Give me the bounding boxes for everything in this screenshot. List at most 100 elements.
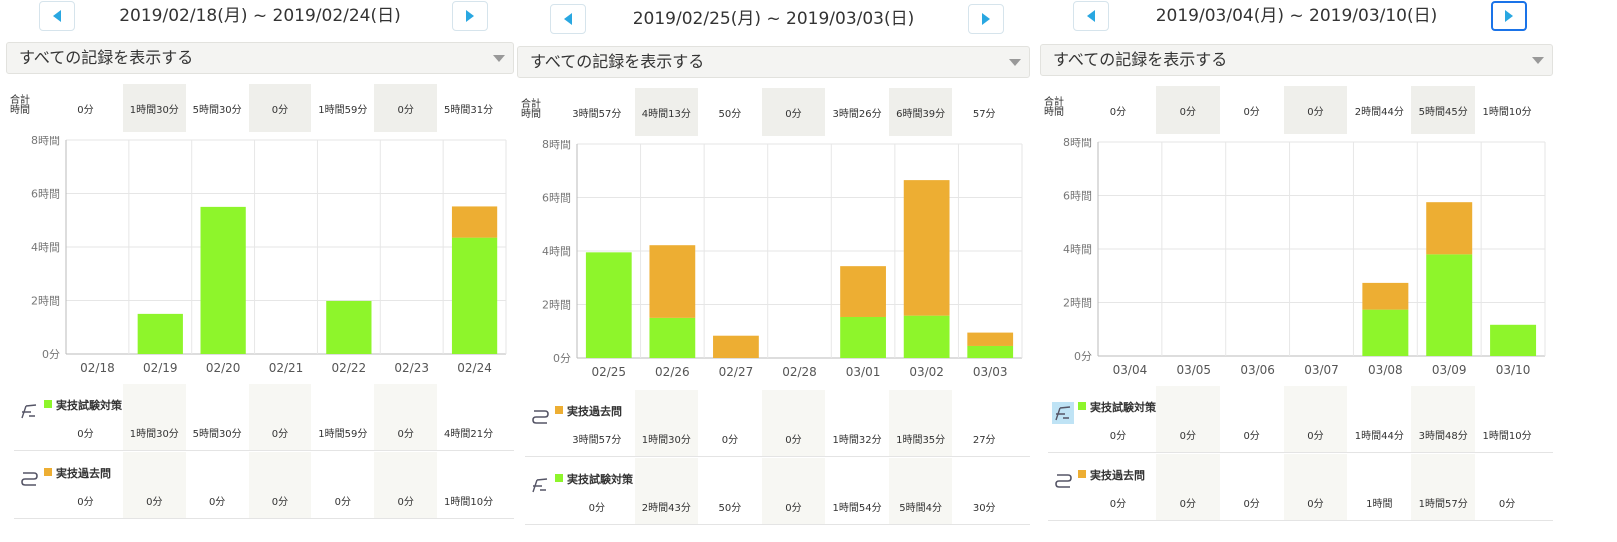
x-tick-label: 02/21 (269, 361, 304, 375)
bar-practical-study (451, 237, 498, 354)
daily-value-text: 0分 (334, 497, 352, 508)
daily-totals-row: 合計 時間 0分 1時間30分 5時間30分 0分 1時間59分 0分 5時間31分 (6, 84, 514, 132)
daily-value: 0分 (374, 384, 438, 450)
bar-practical-study (967, 345, 1014, 358)
chevron-down-icon (493, 55, 505, 62)
daily-total: 0分 (1243, 106, 1260, 118)
daily-value-text: 0分 (588, 503, 605, 514)
bar-practical-study (1490, 324, 1537, 356)
y-tick-label: 6時間 (1063, 190, 1092, 203)
bar-past-exam (713, 335, 759, 358)
chevron-left-icon (564, 13, 572, 25)
daily-totals-row: 合計 時間 3時間57分 4時間13分 50分 0分 3時間26分 6時間39分 57分 (517, 88, 1030, 136)
daily-value-text: 0分 (146, 497, 163, 508)
x-tick-label: 02/23 (394, 361, 429, 375)
bar-past-exam (1362, 282, 1409, 310)
daily-value: 3時間57分 (565, 390, 629, 456)
x-tick-label: 03/06 (1240, 363, 1275, 377)
daily-value-text: 1時間32分 (832, 435, 882, 446)
x-tick-label: 02/25 (591, 365, 626, 379)
week-panel: 2019/03/04(月) ~ 2019/03/10(日) すべての記録を表示する… (1040, 0, 1553, 542)
y-tick-label: 6時間 (542, 192, 571, 205)
daily-value: 0分 (1283, 386, 1348, 452)
practical-study-icon (21, 404, 37, 419)
daily-value-text: 0分 (271, 497, 289, 508)
daily-value: 0分 (374, 452, 438, 518)
daily-value: 0分 (1155, 386, 1220, 452)
y-tick-label: 8時間 (1063, 138, 1092, 149)
y-tick-label: 6時間 (31, 188, 60, 201)
daily-value-text: 0分 (1243, 499, 1260, 510)
next-week-button[interactable] (968, 4, 1004, 34)
totals-label-line2: 時間 (1044, 107, 1064, 118)
daily-value: 0分 (248, 384, 312, 450)
next-week-button[interactable] (452, 1, 488, 31)
daily-value-text: 1時間59分 (318, 429, 368, 440)
daily-value: 50分 (698, 458, 762, 524)
daily-value-text: 3時間57分 (572, 435, 622, 446)
daily-value-text: 0分 (397, 429, 414, 440)
daily-value: 0分 (1086, 454, 1150, 520)
record-filter-select[interactable]: すべての記録を表示する (6, 42, 514, 74)
x-tick-label: 02/20 (206, 361, 241, 375)
bar-practical-study (137, 313, 183, 354)
daily-value-text: 30分 (972, 503, 996, 514)
y-tick-label: 0分 (1074, 350, 1092, 363)
daily-value: 5時間4分 (888, 458, 953, 524)
record-filter-select[interactable]: すべての記録を表示する (1040, 44, 1553, 76)
daily-value: 0分 (54, 384, 117, 450)
icon-stroke (21, 404, 37, 419)
x-tick-label: 03/04 (1113, 363, 1148, 377)
daily-value: 0分 (761, 458, 826, 524)
y-tick-label: 8時間 (542, 140, 571, 151)
next-week-button[interactable] (1491, 1, 1527, 31)
daily-value-text: 0分 (721, 435, 739, 446)
bar-past-exam (649, 245, 696, 318)
daily-value: 1時間10分 (1475, 386, 1539, 452)
totals-label: 合計 時間 (10, 96, 30, 116)
daily-total: 0分 (1155, 86, 1220, 134)
past-icon-wrap (529, 406, 551, 428)
daily-total: 0分 (761, 88, 826, 136)
practical-study-icon (1055, 406, 1071, 421)
past-exam-icon (1055, 474, 1072, 488)
legend-label: 実技過去問 (56, 467, 111, 480)
chevron-right-icon (466, 10, 474, 22)
legend-row-past: 0分 0分 0分 0分 0分 0分 1時間10分 実技過去問 (14, 452, 514, 519)
daily-value: 0分 (565, 458, 629, 524)
daily-value: 1時間30分 (122, 384, 186, 450)
daily-total: 0分 (374, 84, 438, 132)
daily-value-text: 0分 (77, 429, 94, 440)
week-panel: 2019/02/18(月) ~ 2019/02/24(日) すべての記録を表示する… (6, 0, 514, 542)
daily-value-text: 1時間30分 (129, 429, 179, 440)
chevron-right-icon (1505, 10, 1513, 22)
record-filter-select[interactable]: すべての記録を表示する (517, 46, 1030, 78)
week-date-range: 2019/03/04(月) ~ 2019/03/10(日) (1155, 6, 1438, 26)
daily-value-text: 1時間10分 (444, 497, 494, 508)
daily-value-text: 0分 (1109, 431, 1127, 442)
daily-value-text: 1時間44分 (1354, 431, 1404, 442)
daily-value: 0分 (1283, 454, 1348, 520)
daily-value: 0分 (54, 452, 117, 518)
x-tick-label: 02/27 (719, 365, 754, 379)
daily-value: 0分 (122, 452, 186, 518)
x-tick-label: 03/10 (1496, 363, 1531, 377)
daily-value-text: 0分 (1307, 431, 1324, 442)
practical-icon-wrap (1052, 402, 1074, 424)
week-panel: 2019/02/25(月) ~ 2019/03/03(日) すべての記録を表示する… (517, 0, 1030, 542)
legend-swatch (1078, 402, 1086, 410)
x-tick-label: 03/09 (1432, 363, 1467, 377)
week-navigation: 2019/02/25(月) ~ 2019/03/03(日) (517, 4, 1030, 40)
daily-value-text: 1時間30分 (641, 435, 691, 446)
past-exam-icon (532, 410, 549, 424)
daily-totals-row: 合計 時間 0分 0分 0分 0分 2時間44分 5時間45分 1時間10分 (1040, 86, 1553, 134)
daily-value-text: 0分 (1243, 431, 1260, 442)
totals-label-line2: 時間 (521, 109, 541, 120)
legend-swatch (1078, 470, 1086, 478)
x-tick-label: 03/08 (1368, 363, 1403, 377)
legend-label: 実技試験対策 (567, 473, 633, 486)
daily-total: 50分 (718, 108, 742, 120)
daily-total: 5時間30分 (192, 104, 242, 116)
daily-total: 0分 (1109, 106, 1127, 118)
practical-icon-wrap (529, 474, 551, 496)
